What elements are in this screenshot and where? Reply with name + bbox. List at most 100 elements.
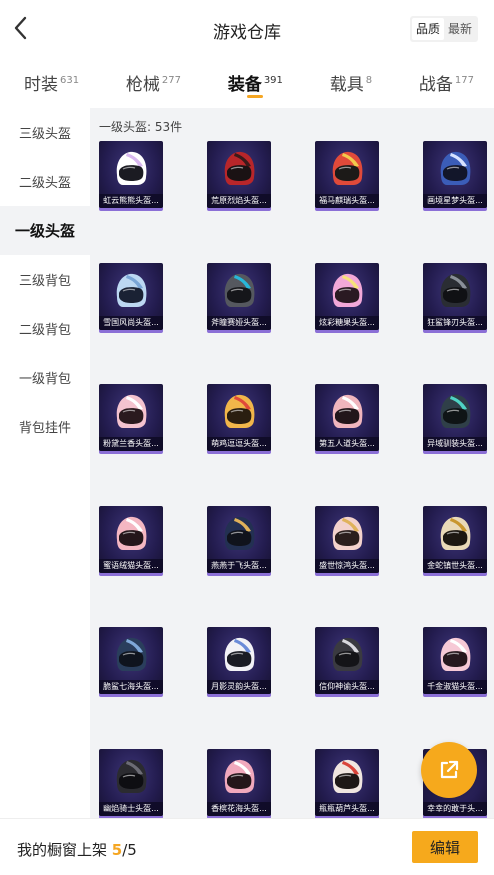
helmet-icon bbox=[440, 273, 471, 307]
shelf-current-count: 5 bbox=[111, 841, 123, 859]
helmet-icon bbox=[224, 273, 255, 307]
item-name: 炫彩糖果头盔... bbox=[315, 316, 379, 330]
tab-count: 177 bbox=[454, 75, 474, 87]
item-name: 斧瞳赛娅头盔... bbox=[207, 316, 271, 330]
helmet-icon bbox=[224, 516, 255, 550]
item-card[interactable]: 荒原烈焰头盔... bbox=[207, 141, 271, 208]
tab-guns[interactable]: 枪械 277 bbox=[126, 58, 181, 108]
item-name: 信仰神谕头盔... bbox=[315, 680, 379, 694]
item-name: 蜜语绒猫头盔... bbox=[99, 559, 163, 573]
shelf-total-count: 5 bbox=[127, 841, 137, 859]
helmet-icon bbox=[116, 759, 147, 793]
section-title: 一级头盔: 53件 bbox=[99, 120, 183, 134]
share-external-icon bbox=[440, 760, 459, 779]
helmet-icon bbox=[224, 637, 255, 671]
item-name: 雪国风尚头盔... bbox=[99, 316, 163, 330]
helmet-icon bbox=[440, 151, 471, 185]
item-name: 盛世惊鸿头盔... bbox=[315, 559, 379, 573]
item-card[interactable]: 千金淑猫头盔... bbox=[423, 627, 487, 694]
item-name: 幽焰骑士头盔... bbox=[99, 802, 163, 816]
helmet-icon bbox=[116, 394, 147, 428]
item-name: 金蛇镇世头盔... bbox=[423, 559, 487, 573]
sort-option-quality[interactable]: 品质 bbox=[411, 18, 444, 40]
sidebar-item-level1-backpack[interactable]: 一级背包 bbox=[0, 353, 90, 402]
item-card[interactable]: 第五人道头盔... bbox=[315, 384, 379, 451]
item-card[interactable]: 月影灵韵头盔... bbox=[207, 627, 271, 694]
item-card[interactable]: 虹云熊熊头盔... bbox=[99, 141, 163, 208]
helmet-icon bbox=[332, 516, 363, 550]
bottom-bar: 我的橱窗上架 5/5 编辑 bbox=[0, 818, 494, 875]
sidebar-item-backpack-charm[interactable]: 背包挂件 bbox=[0, 402, 90, 451]
item-name: 狂鲨锋刃头盔... bbox=[423, 316, 487, 330]
item-card[interactable]: 瓶瓶葫芦头盔... bbox=[315, 749, 379, 816]
header: 游戏仓库 品质 最新 bbox=[0, 0, 494, 58]
tab-active-indicator bbox=[247, 95, 264, 98]
sidebar-item-level2-backpack[interactable]: 二级背包 bbox=[0, 304, 90, 353]
helmet-icon bbox=[440, 394, 471, 428]
item-name: 脆鲨七海头盔... bbox=[99, 680, 163, 694]
item-name: 燕燕于飞头盔... bbox=[207, 559, 271, 573]
helmet-icon bbox=[332, 637, 363, 671]
item-name: 萌鸡逗逗头盔... bbox=[207, 437, 271, 451]
share-fab-button[interactable] bbox=[421, 742, 477, 798]
tab-label: 时装 bbox=[24, 75, 58, 95]
sort-option-latest[interactable]: 最新 bbox=[444, 18, 476, 40]
item-card[interactable]: 金蛇镇世头盔... bbox=[423, 506, 487, 573]
item-content: 一级头盔: 53件 虹云熊熊头盔... 荒原烈焰头盔... 福马麒瑞头盔... 画境星… bbox=[90, 108, 494, 818]
item-card[interactable]: 画境星梦头盔... bbox=[423, 141, 487, 208]
helmet-icon bbox=[116, 516, 147, 550]
item-name: 千金淑猫头盔... bbox=[423, 680, 487, 694]
item-card[interactable]: 狂鲨锋刃头盔... bbox=[423, 263, 487, 330]
shelf-label: 我的橱窗上架 bbox=[17, 841, 112, 859]
tab-label: 战备 bbox=[418, 75, 453, 95]
subcategory-sidebar: 三级头盔 二级头盔 一级头盔 三级背包 二级背包 一级背包 背包挂件 bbox=[0, 108, 90, 818]
edit-button[interactable]: 编辑 bbox=[412, 831, 478, 863]
item-name: 虹云熊熊头盔... bbox=[99, 194, 163, 208]
item-card[interactable]: 福马麒瑞头盔... bbox=[315, 141, 379, 208]
tab-equipment[interactable]: 装备 391 bbox=[228, 58, 283, 108]
helmet-icon bbox=[224, 394, 255, 428]
item-card[interactable]: 香槟花海头盔... bbox=[207, 749, 271, 816]
item-card[interactable]: 脆鲨七海头盔... bbox=[99, 627, 163, 694]
helmet-icon bbox=[116, 273, 147, 307]
item-card[interactable]: 燕燕于飞头盔... bbox=[207, 506, 271, 573]
category-tabs: 时装 631 枪械 277 装备 391 载具 8 战备 177 bbox=[0, 58, 494, 108]
item-card[interactable]: 粉黛兰香头盔... bbox=[99, 384, 163, 451]
sidebar-item-level2-helmet[interactable]: 二级头盔 bbox=[0, 157, 90, 206]
item-name: 粉黛兰香头盔... bbox=[99, 437, 163, 451]
tab-fashion[interactable]: 时装 631 bbox=[24, 58, 79, 108]
item-card[interactable]: 雪国风尚头盔... bbox=[99, 263, 163, 330]
helmet-icon bbox=[224, 759, 255, 793]
item-card[interactable]: 幽焰骑士头盔... bbox=[99, 749, 163, 816]
item-card[interactable]: 异域驯装头盔... bbox=[423, 384, 487, 451]
tab-label: 装备 bbox=[227, 75, 262, 95]
tab-count: 277 bbox=[161, 75, 181, 87]
tab-supplies[interactable]: 战备 177 bbox=[419, 58, 474, 108]
item-card[interactable]: 炫彩糖果头盔... bbox=[315, 263, 379, 330]
tab-label: 枪械 bbox=[125, 75, 160, 95]
item-name: 幸幸的敢于头... bbox=[423, 802, 487, 816]
sidebar-item-level3-backpack[interactable]: 三级背包 bbox=[0, 255, 90, 304]
helmet-icon bbox=[116, 637, 147, 671]
item-card[interactable]: 信仰神谕头盔... bbox=[315, 627, 379, 694]
item-name: 异域驯装头盔... bbox=[423, 437, 487, 451]
shelf-status: 我的橱窗上架 5/5 bbox=[17, 839, 137, 860]
sidebar-item-level3-helmet[interactable]: 三级头盔 bbox=[0, 108, 90, 157]
sidebar-item-level1-helmet[interactable]: 一级头盔 bbox=[0, 206, 90, 255]
helmet-icon bbox=[332, 273, 363, 307]
item-name: 月影灵韵头盔... bbox=[207, 680, 271, 694]
item-name: 画境星梦头盔... bbox=[423, 194, 487, 208]
item-card[interactable]: 萌鸡逗逗头盔... bbox=[207, 384, 271, 451]
item-card[interactable]: 蜜语绒猫头盔... bbox=[99, 506, 163, 573]
item-card[interactable]: 盛世惊鸿头盔... bbox=[315, 506, 379, 573]
tab-label: 载具 bbox=[329, 75, 364, 95]
helmet-icon bbox=[332, 394, 363, 428]
item-card[interactable]: 斧瞳赛娅头盔... bbox=[207, 263, 271, 330]
tab-vehicles[interactable]: 载具 8 bbox=[330, 58, 372, 108]
tab-count: 8 bbox=[365, 75, 373, 87]
helmet-icon bbox=[440, 516, 471, 550]
helmet-icon bbox=[224, 151, 255, 185]
tab-count: 631 bbox=[60, 75, 80, 87]
item-name: 瓶瓶葫芦头盔... bbox=[315, 802, 379, 816]
helmet-icon bbox=[116, 151, 147, 185]
